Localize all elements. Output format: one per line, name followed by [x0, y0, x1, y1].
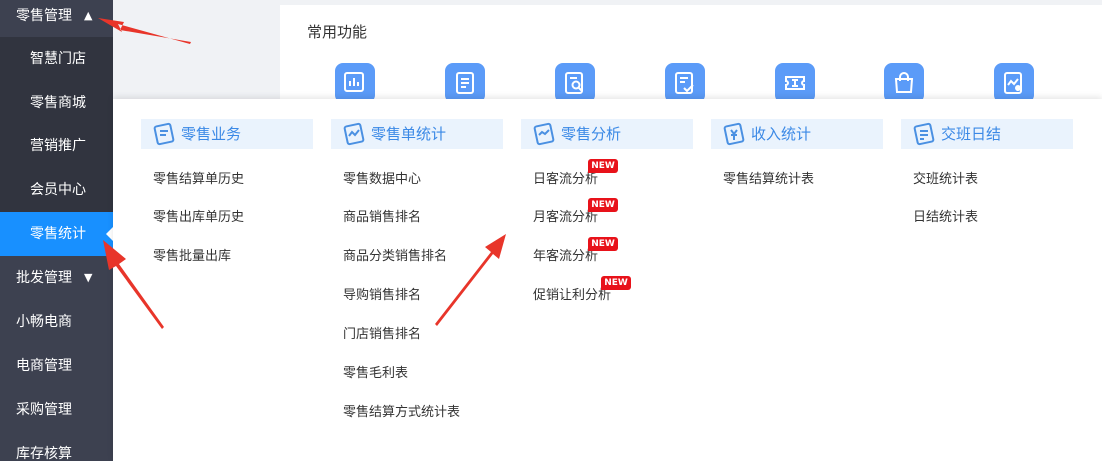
sidebar-group-label: 库存核算 — [16, 446, 72, 461]
sidebar-item-member-center[interactable]: 会员中心 — [0, 168, 113, 212]
sidebar-group-inventory[interactable]: 库存核算 — [0, 432, 113, 461]
sidebar-group-label: 小畅电商 — [16, 314, 72, 330]
sidebar-item-retail-mall[interactable]: 零售商城 — [0, 81, 113, 125]
caret-down-icon: ▼ — [84, 271, 93, 284]
sidebar-item-retail-stats[interactable]: 零售统计 — [0, 212, 113, 256]
menu-item-retail-data-center[interactable]: 零售数据中心 — [343, 171, 421, 189]
shift-daily-icon — [913, 122, 935, 146]
new-badge: NEW — [588, 198, 618, 212]
sidebar-item-label: 零售统计 — [30, 226, 86, 242]
search-doc-icon[interactable] — [555, 63, 595, 103]
report-chart-icon[interactable] — [335, 63, 375, 103]
menu-item-retail-gross-profit[interactable]: 零售毛利表 — [343, 365, 408, 383]
menu-header-label: 零售分析 — [561, 125, 622, 143]
ticket-icon[interactable] — [775, 63, 815, 103]
retail-analysis-icon — [533, 122, 555, 146]
menu-item-retail-settlement-history[interactable]: 零售结算单历史 — [153, 171, 244, 189]
menu-header-retail-business: 零售业务 — [141, 119, 313, 149]
sidebar-group-purchase-mgmt[interactable]: 采购管理 — [0, 388, 113, 432]
document-list-icon[interactable] — [445, 63, 485, 103]
retail-business-icon — [153, 122, 175, 146]
sidebar-group-label: 批发管理 — [16, 270, 72, 286]
menu-item-retail-batch-outbound[interactable]: 零售批量出库 — [153, 248, 231, 266]
income-stats-icon — [723, 122, 745, 146]
sidebar-group-label: 采购管理 — [16, 402, 72, 418]
menu-item-shift-stats[interactable]: 交班统计表 — [913, 171, 978, 189]
menu-header-label: 零售业务 — [181, 125, 242, 143]
menu-header-label: 收入统计 — [751, 125, 812, 143]
sidebar-item-marketing[interactable]: 营销推广 — [0, 124, 113, 168]
menu-header-label: 交班日结 — [941, 125, 1002, 143]
sidebar-group-ecommerce-mgmt[interactable]: 电商管理 — [0, 344, 113, 388]
sidebar-item-label: 零售商城 — [30, 95, 86, 111]
sidebar-group-xiaochang-ecommerce[interactable]: 小畅电商 — [0, 300, 113, 344]
sidebar-group-retail[interactable]: 零售管理 ▲ — [0, 0, 113, 38]
menu-item-daily-close-stats[interactable]: 日结统计表 — [913, 209, 978, 227]
menu-item-daily-traffic-analysis[interactable]: 日客流分析 — [533, 171, 598, 189]
sidebar-group-label: 零售管理 — [16, 8, 72, 24]
menu-header-shift-daily: 交班日结 — [901, 119, 1073, 149]
new-badge: NEW — [588, 237, 618, 251]
menu-header-label: 零售单统计 — [371, 125, 447, 143]
menu-header-retail-order-stats: 零售单统计 — [331, 119, 503, 149]
menu-item-guide-sales-ranking[interactable]: 导购销售排名 — [343, 287, 421, 305]
menu-header-income-stats: 收入统计 — [711, 119, 883, 149]
order-stats-icon — [343, 122, 365, 146]
menu-item-promotion-discount-analysis[interactable]: 促销让利分析 — [533, 287, 611, 305]
sidebar-group-label: 电商管理 — [16, 358, 72, 374]
new-badge: NEW — [588, 159, 618, 173]
sidebar-group-wholesale[interactable]: 批发管理 ▼ — [0, 256, 113, 300]
menu-item-product-sales-ranking[interactable]: 商品销售排名 — [343, 209, 421, 227]
menu-item-store-sales-ranking[interactable]: 门店销售排名 — [343, 326, 421, 344]
sidebar-item-smart-store[interactable]: 智慧门店 — [0, 37, 113, 81]
analytics-icon[interactable] — [994, 63, 1034, 103]
shopping-bag-icon[interactable] — [884, 63, 924, 103]
sidebar-item-label: 会员中心 — [30, 182, 86, 198]
menu-header-retail-analysis: 零售分析 — [521, 119, 693, 149]
sidebar-item-label: 营销推广 — [30, 138, 86, 154]
caret-up-icon: ▲ — [84, 9, 93, 22]
menu-item-settlement-method-stats[interactable]: 零售结算方式统计表 — [343, 404, 460, 422]
common-functions-title: 常用功能 — [307, 23, 368, 41]
menu-item-category-sales-ranking[interactable]: 商品分类销售排名 — [343, 248, 447, 266]
active-notch — [106, 227, 113, 241]
checklist-icon[interactable] — [665, 63, 705, 103]
new-badge: NEW — [601, 276, 631, 290]
sidebar-item-label: 智慧门店 — [30, 51, 86, 67]
menu-item-retail-outbound-history[interactable]: 零售出库单历史 — [153, 209, 244, 227]
menu-item-retail-settlement-stats[interactable]: 零售结算统计表 — [723, 171, 814, 189]
